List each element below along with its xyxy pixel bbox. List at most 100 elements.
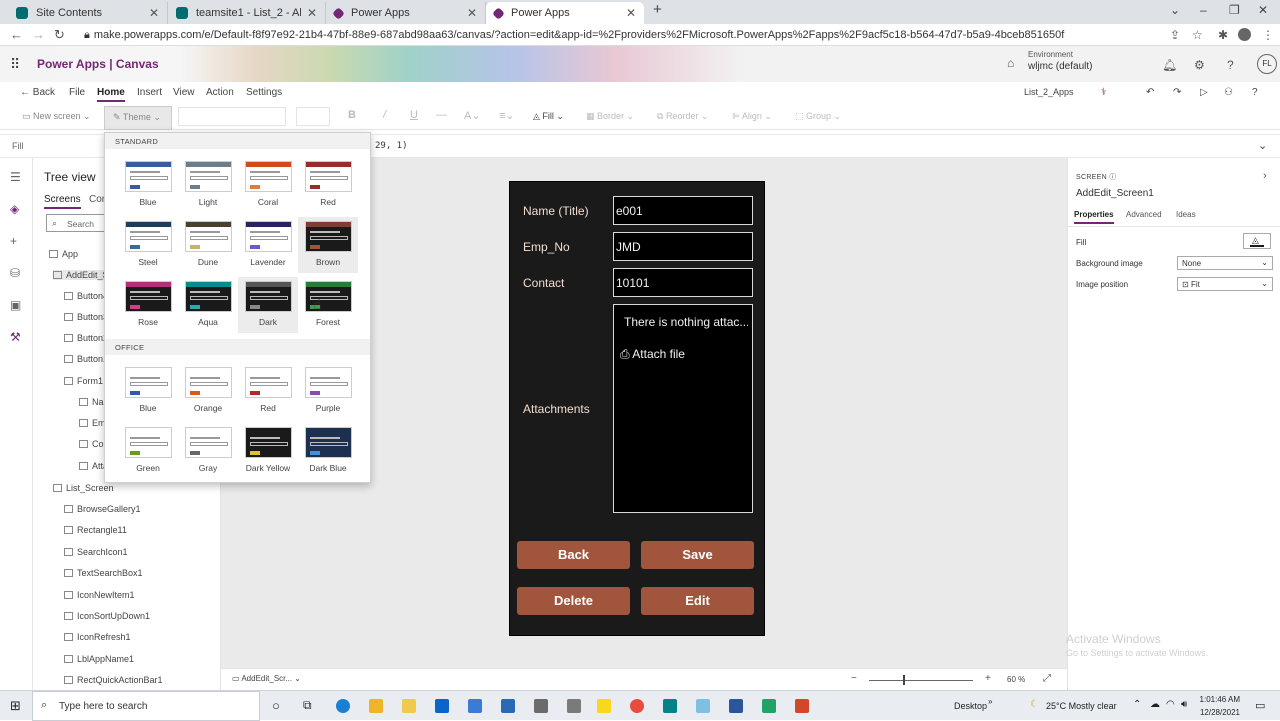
view-menu[interactable]: View: [173, 87, 195, 98]
task-view-icon[interactable]: ⧉: [303, 698, 312, 713]
tree-node[interactable]: Button4: [64, 291, 108, 301]
theme-option-red[interactable]: Red: [298, 157, 358, 213]
theme-option-dark-blue[interactable]: Dark Blue: [298, 423, 358, 479]
bell-icon[interactable]: 🔔︎: [1162, 58, 1177, 72]
delete-button[interactable]: Delete: [517, 587, 630, 615]
fit-screen-icon[interactable]: ⤢: [1043, 673, 1051, 684]
file-menu[interactable]: File: [69, 87, 85, 98]
avatar[interactable]: FL: [1257, 54, 1277, 74]
environment-value[interactable]: wljmc (default): [1028, 61, 1092, 72]
home-menu[interactable]: Home: [97, 87, 125, 102]
tree-node[interactable]: RectQuickActionBar1: [64, 675, 163, 685]
property-select[interactable]: Fill: [12, 141, 100, 151]
restore-button[interactable]: ❐: [1229, 3, 1240, 17]
windows-start-icon[interactable]: ⊞: [10, 698, 21, 714]
border-button[interactable]: ▦ Border ⌄: [586, 111, 634, 122]
clock-date[interactable]: 12/28/2021: [1196, 708, 1240, 717]
browser-tab-powerapps[interactable]: Power Apps ✕: [326, 2, 486, 24]
sharepoint-icon[interactable]: [663, 699, 677, 713]
theme-option-red[interactable]: Red: [238, 363, 298, 419]
app-launcher-icon[interactable]: ⠿: [10, 56, 20, 73]
cortana-icon[interactable]: ○: [272, 698, 280, 713]
theme-option-purple[interactable]: Purple: [298, 363, 358, 419]
tab-search-icon[interactable]: ⌄: [1170, 3, 1180, 17]
app-icon[interactable]: [501, 699, 515, 713]
profile-icon[interactable]: [1238, 28, 1251, 41]
redo-icon[interactable]: ↷: [1173, 87, 1181, 98]
tree-node[interactable]: List_Screen: [53, 483, 114, 493]
snipping-icon[interactable]: [567, 699, 581, 713]
mail-icon[interactable]: [435, 699, 449, 713]
bold-button[interactable]: B: [348, 109, 356, 121]
reorder-button[interactable]: ⧉ Reorder ⌄: [657, 111, 709, 122]
tab-properties[interactable]: Properties: [1074, 210, 1114, 224]
theme-option-steel[interactable]: Steel: [118, 217, 178, 273]
tab-advanced[interactable]: Advanced: [1126, 210, 1162, 219]
theme-option-green[interactable]: Green: [118, 423, 178, 479]
theme-option-light[interactable]: Light: [178, 157, 238, 213]
back-button[interactable]: Back: [517, 541, 630, 569]
tab-ideas[interactable]: Ideas: [1176, 210, 1196, 219]
clock-time[interactable]: 1:01:46 AM: [1196, 695, 1240, 704]
tree-node[interactable]: Form1: [64, 376, 103, 386]
formula-input[interactable]: 29, 1): [375, 141, 408, 151]
theme-option-orange[interactable]: Orange: [178, 363, 238, 419]
share-icon[interactable]: ⇪: [1170, 28, 1180, 42]
browser-tab-teamsite[interactable]: teamsite1 - List_2 - All Items ✕: [168, 2, 326, 24]
tree-node[interactable]: Button1: [64, 354, 108, 364]
close-window-button[interactable]: ✕: [1258, 3, 1268, 17]
desktop-toolbar[interactable]: Desktop: [954, 701, 987, 711]
settings-menu[interactable]: Settings: [246, 87, 282, 98]
theme-option-blue[interactable]: Blue: [118, 157, 178, 213]
edit-button[interactable]: Edit: [641, 587, 754, 615]
background-image-select[interactable]: None ⌄: [1177, 256, 1273, 270]
tree-node[interactable]: IconRefresh1: [64, 632, 131, 642]
theme-option-dark[interactable]: Dark: [238, 277, 298, 333]
app-checker-icon[interactable]: ⚕: [1101, 87, 1106, 98]
volume-icon[interactable]: 🔊︎: [1181, 699, 1187, 710]
app-screen[interactable]: Name (Title) e001 Emp_No JMD Contact 101…: [509, 181, 765, 636]
share-user-icon[interactable]: ⚇: [1224, 87, 1233, 98]
image-position-select[interactable]: ⊡ Fit ⌄: [1177, 277, 1273, 291]
align-text-button[interactable]: ≡⌄: [499, 109, 515, 122]
theme-option-forest[interactable]: Forest: [298, 277, 358, 333]
align-button[interactable]: ⊫ Align ⌄: [732, 111, 772, 122]
close-icon[interactable]: ✕: [626, 6, 636, 20]
zoom-slider[interactable]: [869, 680, 973, 681]
theme-option-rose[interactable]: Rose: [118, 277, 178, 333]
edge-icon[interactable]: [336, 699, 350, 713]
close-icon[interactable]: ✕: [467, 6, 477, 20]
play-icon[interactable]: ▷: [1200, 87, 1208, 98]
theme-option-gray[interactable]: Gray: [178, 423, 238, 479]
close-icon[interactable]: ✕: [149, 6, 159, 20]
info-icon[interactable]: ⓘ: [1109, 174, 1116, 181]
wifi-icon[interactable]: ◠: [1166, 699, 1175, 710]
new-tab-button[interactable]: +: [653, 1, 662, 18]
advanced-tools-icon[interactable]: ⚒: [10, 330, 21, 344]
calculator-icon[interactable]: [534, 699, 548, 713]
font-size-select[interactable]: [296, 107, 330, 126]
screen-select[interactable]: ▭ AddEdit_Scr... ⌄: [232, 674, 301, 683]
word-icon[interactable]: [729, 699, 743, 713]
tree-node[interactable]: IconNewItem1: [64, 590, 135, 600]
attach-file-link[interactable]: ⎙ Attach file: [620, 347, 685, 362]
zoom-out-button[interactable]: −: [851, 673, 857, 684]
tree-node[interactable]: Rectangle11: [64, 525, 127, 535]
taskbar-search-input[interactable]: ⌕ Type here to search: [32, 691, 260, 721]
theme-option-brown[interactable]: Brown: [298, 217, 358, 273]
zoom-in-button[interactable]: +: [985, 673, 991, 684]
tree-view-icon[interactable]: ◈: [10, 202, 19, 216]
undo-icon[interactable]: ↶: [1146, 87, 1154, 98]
chevron-down-icon[interactable]: ⌄: [1258, 139, 1267, 152]
new-screen-button[interactable]: ▭ New screen ⌄: [22, 111, 91, 122]
chevron-up-icon[interactable]: ⌃: [1133, 699, 1141, 710]
hamburger-icon[interactable]: ☰: [10, 170, 21, 184]
action-menu[interactable]: Action: [206, 87, 234, 98]
theme-button[interactable]: ✎ Theme ⌄: [104, 106, 172, 130]
gear-icon[interactable]: ⚙: [1194, 58, 1205, 72]
tree-node[interactable]: App: [49, 249, 78, 259]
back-menu[interactable]: ← Back: [20, 87, 55, 98]
forward-arrow-icon[interactable]: →: [32, 27, 45, 42]
text-format-button[interactable]: A⌄: [464, 109, 481, 122]
camtasia-icon[interactable]: [762, 699, 776, 713]
